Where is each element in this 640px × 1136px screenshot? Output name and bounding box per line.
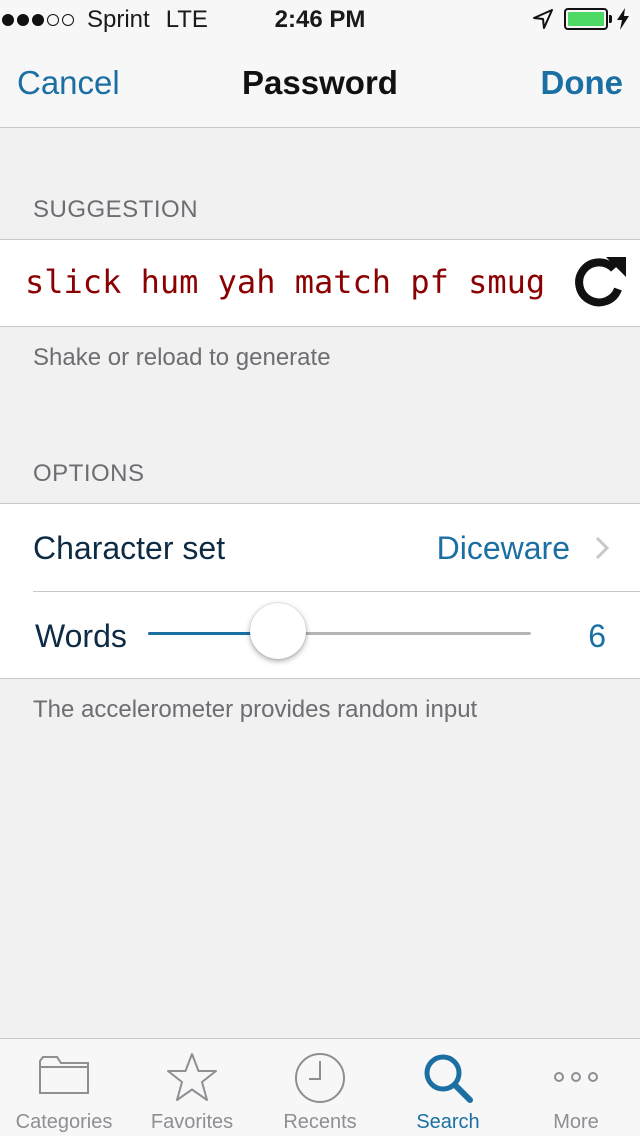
character-set-label: Character set	[33, 530, 226, 566]
tab-label: Recents	[283, 1111, 357, 1133]
battery-icon	[564, 8, 612, 30]
options-footer: The accelerometer provides random input	[33, 696, 478, 723]
tab-bar: Categories Favorites Recents Search More	[0, 1038, 640, 1136]
words-row: Words 6	[0, 592, 640, 679]
tab-label: Search	[416, 1111, 480, 1133]
words-slider[interactable]	[148, 603, 531, 659]
tab-categories[interactable]: Categories	[0, 1039, 128, 1136]
words-count-value: 6	[588, 618, 606, 654]
suggestion-footer: Shake or reload to generate	[33, 344, 331, 371]
folder-icon	[39, 1056, 89, 1094]
tab-recents[interactable]: Recents	[256, 1039, 384, 1136]
charging-bolt-icon	[617, 8, 629, 30]
done-button[interactable]: Done	[541, 64, 624, 102]
slider-thumb[interactable]	[250, 603, 307, 659]
more-icon	[554, 1072, 598, 1082]
search-icon	[424, 1054, 473, 1103]
tab-favorites[interactable]: Favorites	[128, 1039, 256, 1136]
status-bar: Sprint LTE 2:46 PM	[0, 0, 640, 40]
words-label: Words	[35, 618, 127, 654]
options-section-header: OPTIONS	[33, 460, 145, 487]
navigation-bar: Cancel Password Done	[0, 40, 640, 128]
battery-level	[568, 12, 604, 26]
character-set-row[interactable]: Character set Diceware	[0, 504, 640, 591]
reload-icon[interactable]	[570, 253, 630, 313]
location-arrow-icon	[533, 9, 553, 29]
status-right	[532, 8, 630, 30]
suggestion-section-header: SUGGESTION	[33, 196, 199, 223]
tab-label: Favorites	[150, 1111, 234, 1133]
character-set-value: Diceware	[436, 530, 570, 566]
cancel-button[interactable]: Cancel	[17, 64, 120, 102]
suggestion-cell: slick hum yah match pf smug	[0, 239, 640, 327]
star-icon	[167, 1053, 217, 1101]
tab-label: More	[553, 1111, 599, 1133]
chevron-right-icon	[595, 536, 610, 560]
tab-search[interactable]: Search	[384, 1039, 512, 1136]
suggested-password[interactable]: slick hum yah match pf smug	[25, 263, 545, 301]
tab-label: Categories	[15, 1111, 113, 1133]
tab-more[interactable]: More	[512, 1039, 640, 1136]
clock-icon	[295, 1053, 345, 1103]
options-group: Character set Diceware Words 6	[0, 503, 640, 679]
